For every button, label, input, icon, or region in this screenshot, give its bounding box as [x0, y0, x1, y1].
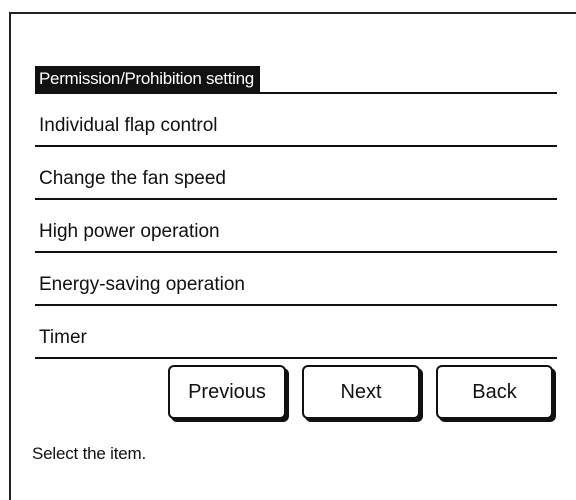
menu-item-timer[interactable]: Timer — [35, 306, 557, 359]
menu-item-energy-saving-operation[interactable]: Energy-saving operation — [35, 253, 557, 306]
navigation-buttons: Previous Next Back — [168, 365, 558, 423]
title-bar: Permission/Prohibition setting — [35, 66, 557, 94]
previous-button[interactable]: Previous — [168, 365, 286, 419]
status-message: Select the item. — [32, 444, 146, 463]
menu-item-individual-flap-control[interactable]: Individual flap control — [35, 94, 557, 147]
menu-list: Individual flap control Change the fan s… — [35, 94, 557, 359]
next-button[interactable]: Next — [302, 365, 420, 419]
page-title: Permission/Prohibition setting — [35, 66, 260, 92]
back-button[interactable]: Back — [436, 365, 553, 419]
menu-item-high-power-operation[interactable]: High power operation — [35, 200, 557, 253]
menu-item-change-fan-speed[interactable]: Change the fan speed — [35, 147, 557, 200]
